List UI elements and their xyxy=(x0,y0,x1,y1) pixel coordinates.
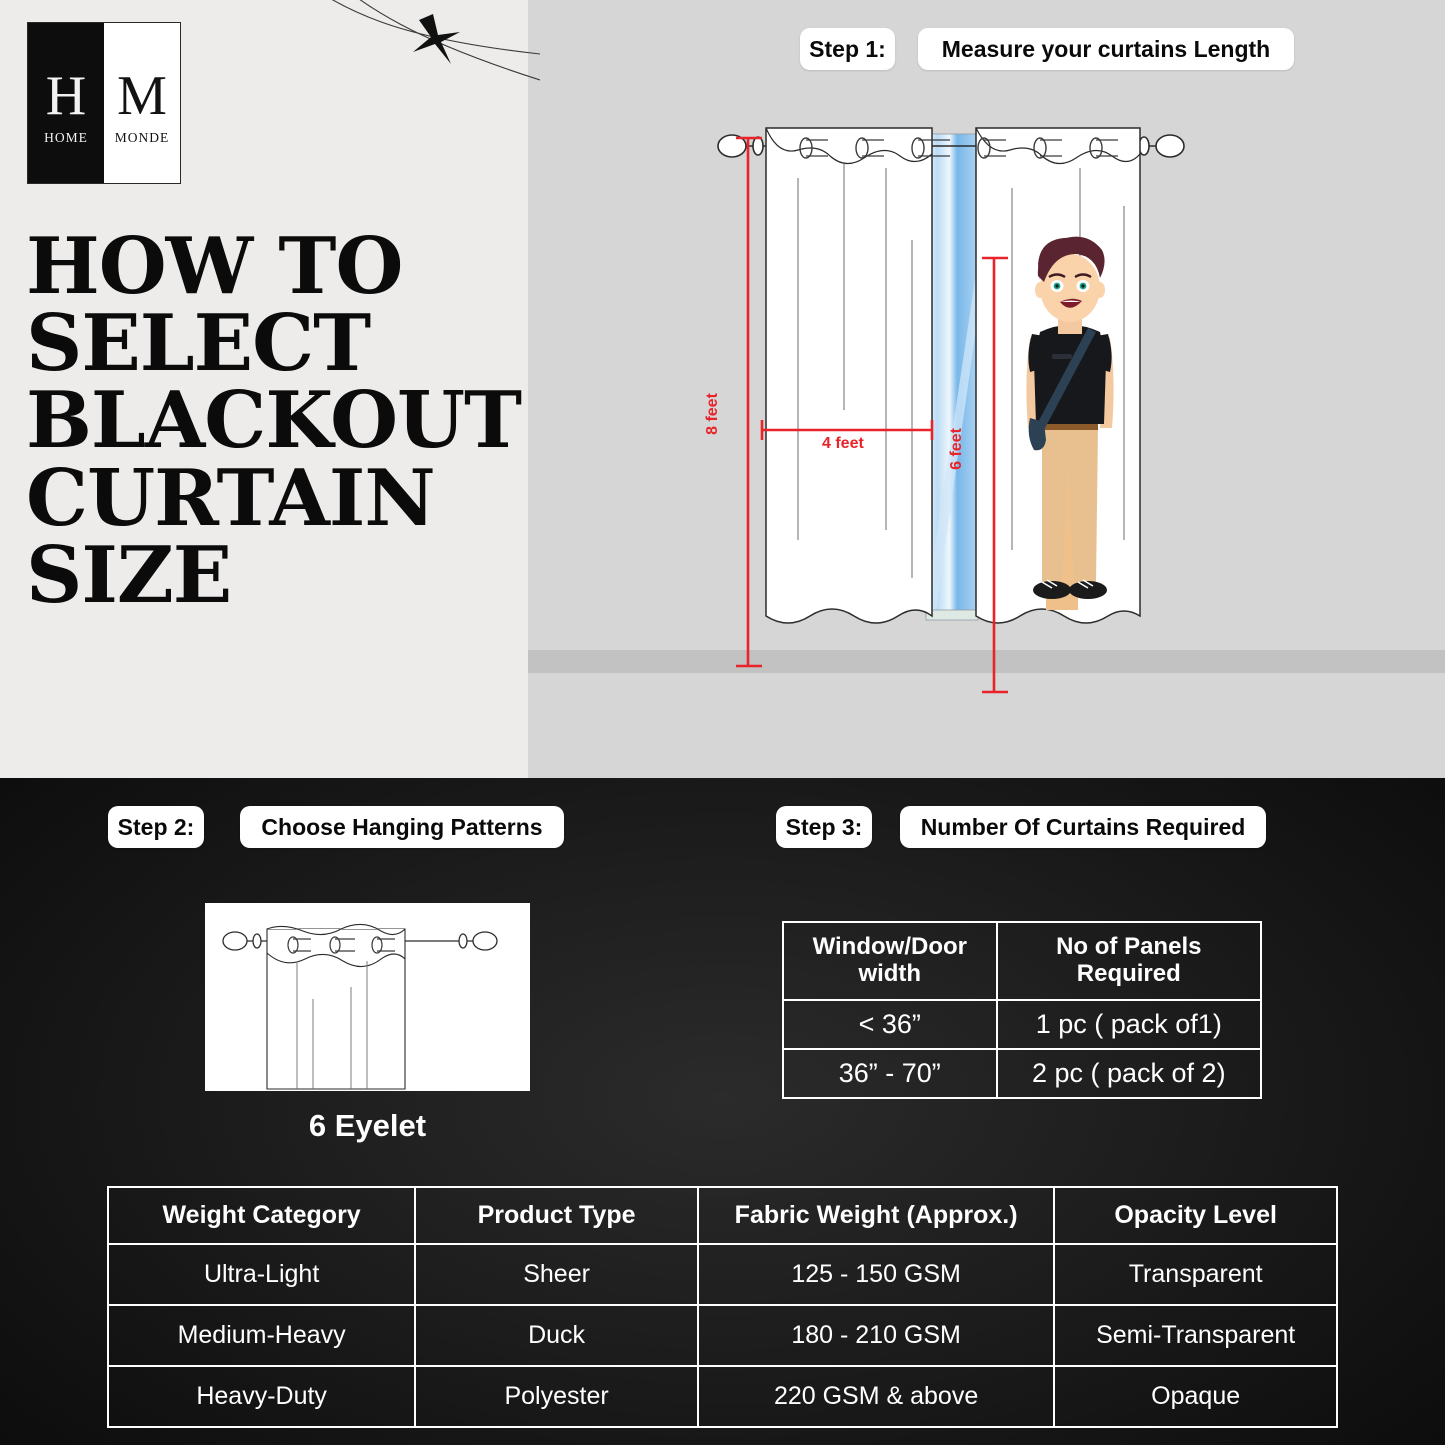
eyelet-pattern-illustration xyxy=(205,903,530,1091)
page-title: HOW TO SELECT BLACKOUT CURTAIN SIZE xyxy=(26,221,522,621)
title-line-5: SIZE xyxy=(26,529,232,621)
panels-required-table: Window/Door width No of Panels Required … xyxy=(782,921,1263,1099)
panels-th-panels-l1: No of Panels xyxy=(1056,933,1202,960)
panels-th-panels-l2: Required xyxy=(1076,959,1181,987)
fabric-cell-0-2: 125 - 150 GSM xyxy=(696,1243,1056,1306)
table-header-row: Window/Door width No of Panels Required xyxy=(782,921,1263,1001)
fabric-cell-1-1: Duck xyxy=(414,1304,699,1367)
fabric-cell-2-3: Opaque xyxy=(1053,1365,1338,1428)
fabric-cell-2-0: Heavy-Duty xyxy=(106,1365,417,1428)
logo-word-home: HOME xyxy=(44,130,88,145)
fabric-th-weight-category: Weight Category xyxy=(106,1186,417,1245)
panels-cell-width-2: 36” - 70” xyxy=(782,1047,998,1099)
table-row: 36” - 70” 2 pc ( pack of 2) xyxy=(782,1047,1263,1099)
logo-letter-h: H xyxy=(45,65,87,127)
step-2-badge: Step 2: xyxy=(108,806,204,848)
fabric-cell-1-2: 180 - 210 GSM xyxy=(696,1304,1056,1367)
panels-th-panels: No of Panels Required xyxy=(995,921,1263,1001)
logo-left-half: H HOME xyxy=(28,23,104,183)
step-1-title: Measure your curtains Length xyxy=(918,28,1294,70)
step-2-title: Choose Hanging Patterns xyxy=(240,806,564,848)
table-row: Heavy-Duty Polyester 220 GSM & above Opa… xyxy=(106,1365,1338,1428)
fabric-th-product-type: Product Type xyxy=(414,1186,699,1245)
panels-th-width-l2: width xyxy=(858,959,922,987)
window-glass xyxy=(925,133,979,621)
infographic-page: H HOME M MONDE HOW TO SELECT BLACKOUT CU… xyxy=(0,0,1445,1445)
title-line-3: BLACKOUT xyxy=(26,375,522,467)
measure-label-window: 6 feet xyxy=(947,428,965,470)
sparkle-decoration-icon xyxy=(331,0,540,81)
logo-letter-m: M xyxy=(117,65,167,127)
table-header-row: Weight Category Product Type Fabric Weig… xyxy=(106,1186,1338,1245)
panels-cell-width-1: < 36” xyxy=(782,998,998,1050)
step-1-badge: Step 1: xyxy=(800,28,895,70)
fabric-weight-table: Weight Category Product Type Fabric Weig… xyxy=(106,1186,1338,1428)
panels-th-width-l1: Window/Door xyxy=(812,933,967,960)
panels-th-width: Window/Door width xyxy=(782,921,998,1001)
title-line-1: HOW TO xyxy=(26,221,403,312)
fabric-cell-1-3: Semi-Transparent xyxy=(1053,1304,1338,1367)
fabric-th-fabric-weight: Fabric Weight (Approx.) xyxy=(696,1186,1056,1245)
table-row: Medium-Heavy Duck 180 - 210 GSM Semi-Tra… xyxy=(106,1304,1338,1367)
eyelet-caption: 6 Eyelet xyxy=(308,1108,427,1143)
panels-cell-count-2: 2 pc ( pack of 2) xyxy=(995,1047,1263,1099)
title-line-4: CURTAIN xyxy=(26,452,436,544)
step-3-title: Number Of Curtains Required xyxy=(900,806,1266,848)
fabric-cell-0-0: Ultra-Light xyxy=(106,1243,417,1306)
table-row: Ultra-Light Sheer 125 - 150 GSM Transpar… xyxy=(106,1243,1338,1306)
left-curtain-panel xyxy=(765,127,933,624)
logo-right-half: M MONDE xyxy=(104,23,180,183)
fabric-th-opacity-level: Opacity Level xyxy=(1053,1186,1338,1245)
fabric-cell-2-1: Polyester xyxy=(414,1365,699,1428)
fabric-cell-0-1: Sheer xyxy=(414,1243,699,1306)
fabric-cell-1-0: Medium-Heavy xyxy=(106,1304,417,1367)
measure-label-width: 4 feet xyxy=(822,435,864,452)
fabric-cell-2-2: 220 GSM & above xyxy=(696,1365,1056,1428)
step-3-badge: Step 3: xyxy=(776,806,872,848)
title-line-2: SELECT xyxy=(26,298,371,390)
logo-word-monde: MONDE xyxy=(114,130,170,145)
fabric-cell-0-3: Transparent xyxy=(1053,1243,1338,1306)
brand-logo: H HOME M MONDE xyxy=(27,22,181,184)
panels-cell-count-1: 1 pc ( pack of1) xyxy=(995,998,1263,1050)
measure-label-height: 8 feet xyxy=(703,393,721,435)
curtain-measurement-illustration: 8 feet 4 feet 6 feet xyxy=(700,110,1220,710)
table-row: < 36” 1 pc ( pack of1) xyxy=(782,998,1263,1050)
